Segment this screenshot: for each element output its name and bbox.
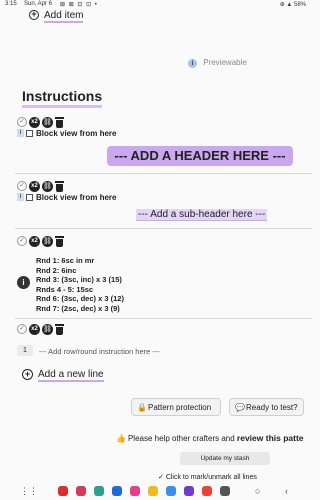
app-icon[interactable] bbox=[112, 486, 122, 496]
block-view-row-1[interactable]: i Block view from here bbox=[17, 128, 116, 138]
divider bbox=[15, 173, 312, 174]
chat-icon: 💬 bbox=[235, 403, 245, 412]
ready-to-test-button[interactable]: 💬 Ready to test? bbox=[229, 398, 304, 416]
status-date: Sun, Apr 6 bbox=[24, 1, 53, 7]
mark-all-toggle[interactable]: ✓ Click to mark/unmark all lines bbox=[158, 473, 257, 481]
update-stash-label: Update my stash bbox=[200, 455, 250, 462]
duplicate-icon[interactable]: x2 bbox=[29, 116, 40, 128]
round-line: Rnd 3: (3sc, inc) x 3 (15) bbox=[36, 275, 122, 285]
app-icon[interactable] bbox=[166, 486, 176, 496]
divider bbox=[15, 228, 312, 229]
duplicate-icon[interactable]: x2 bbox=[29, 180, 40, 192]
review-prompt: 👍 Please help other crafters and review t… bbox=[116, 433, 304, 443]
add-item-button[interactable]: + Add item bbox=[29, 10, 84, 23]
app-icon[interactable] bbox=[76, 486, 86, 496]
block-view-label: Block view from here bbox=[36, 128, 117, 138]
link-icon[interactable]: ⛓ bbox=[42, 180, 53, 192]
instructions-title: Instructions bbox=[22, 88, 103, 108]
app-icon[interactable] bbox=[130, 486, 140, 496]
check-icon[interactable]: ✓ bbox=[17, 117, 27, 127]
line-toolbar-3: ✓ x2 ⛓ bbox=[17, 235, 64, 247]
check-icon[interactable]: ✓ bbox=[17, 181, 27, 191]
apps-grid-icon[interactable]: ⋮⋮ bbox=[20, 486, 38, 497]
back-icon[interactable]: ‹ bbox=[285, 486, 288, 496]
lock-icon: 🔒 bbox=[137, 403, 147, 412]
battery-indicator: ⊕ ▲ 58% bbox=[279, 2, 306, 8]
link-icon[interactable]: ⛓ bbox=[42, 323, 53, 335]
rounds-block[interactable]: Rnd 1: 6sc in mr Rnd 2: 6inc Rnd 3: (3sc… bbox=[36, 256, 124, 314]
notification-icons: ⊠ ⊠ ⊡ ⊡ • bbox=[60, 2, 98, 8]
row-number[interactable]: 1 bbox=[17, 345, 33, 356]
round-line: Rnd 6: (3sc, dec) x 3 (12) bbox=[36, 294, 124, 304]
plus-circle-icon: + bbox=[22, 369, 33, 380]
android-taskbar: ⋮⋮ ○ ‹ bbox=[0, 482, 312, 500]
check-icon[interactable]: ✓ bbox=[17, 236, 27, 246]
line-toolbar-2: ✓ x2 ⛓ bbox=[17, 180, 64, 192]
header-input[interactable]: --- ADD A HEADER HERE --- bbox=[107, 146, 293, 166]
checkbox[interactable] bbox=[26, 193, 33, 201]
check-icon: ✓ bbox=[158, 474, 166, 481]
ready-to-test-label: Ready to test? bbox=[246, 403, 298, 412]
previewable-label: Previewable bbox=[203, 58, 247, 67]
previewable-note: i Previewable bbox=[188, 58, 247, 68]
row-instruction-input[interactable]: --- Add row/round instruction here --- bbox=[39, 347, 160, 356]
status-time: 3:15 bbox=[5, 1, 17, 7]
round-line: Rnd 1: 6sc in mr bbox=[36, 256, 95, 265]
info-icon[interactable]: i bbox=[17, 276, 30, 289]
checkbox[interactable] bbox=[26, 129, 33, 137]
trash-icon[interactable] bbox=[55, 116, 64, 128]
subheader-input[interactable]: --- Add a sub-header here --- bbox=[136, 209, 268, 221]
link-icon[interactable]: ⛓ bbox=[42, 116, 53, 128]
help-text: Please help other crafters and bbox=[127, 434, 237, 443]
round-line: Rnd 7: (2sc, dec) x 3 (9) bbox=[36, 303, 120, 313]
pattern-protection-label: Pattern protection bbox=[148, 403, 212, 412]
divider bbox=[15, 318, 312, 319]
duplicate-icon[interactable]: x2 bbox=[29, 235, 40, 247]
plus-circle-icon: + bbox=[29, 10, 39, 20]
round-line: Rnd 2: 6inc bbox=[36, 265, 77, 275]
info-icon: i bbox=[17, 129, 24, 137]
trash-icon[interactable] bbox=[55, 235, 64, 247]
link-icon[interactable]: ⛓ bbox=[42, 235, 53, 247]
block-view-row-2[interactable]: i Block view from here bbox=[17, 192, 116, 202]
info-icon: i bbox=[188, 59, 197, 68]
block-view-label: Block view from here bbox=[36, 192, 117, 202]
app-icon[interactable] bbox=[184, 486, 194, 496]
add-item-label: Add item bbox=[44, 10, 84, 23]
review-link[interactable]: review this patte bbox=[237, 433, 304, 443]
app-icon[interactable] bbox=[148, 486, 158, 496]
add-new-line-button[interactable]: + Add a new line bbox=[22, 369, 104, 382]
add-line-label: Add a new line bbox=[38, 369, 104, 382]
duplicate-icon[interactable]: x2 bbox=[29, 323, 40, 335]
app-icon[interactable] bbox=[202, 486, 212, 496]
pattern-protection-button[interactable]: 🔒 Pattern protection bbox=[131, 398, 221, 416]
app-icon[interactable] bbox=[58, 486, 68, 496]
trash-icon[interactable] bbox=[55, 180, 64, 192]
status-bar: 3:15 Sun, Apr 6 ⊠ ⊠ ⊡ ⊡ • ⊕ ▲ 58% bbox=[0, 0, 312, 10]
trash-icon[interactable] bbox=[55, 323, 64, 335]
app-icon[interactable] bbox=[220, 486, 230, 496]
line-toolbar-4: ✓ x2 ⛓ bbox=[17, 323, 64, 335]
home-icon[interactable]: ○ bbox=[255, 486, 260, 496]
app-icon[interactable] bbox=[94, 486, 104, 496]
thumbs-up-icon: 👍 bbox=[116, 434, 126, 443]
update-stash-button[interactable]: Update my stash bbox=[180, 452, 270, 465]
info-icon: i bbox=[17, 193, 24, 201]
line-toolbar-1: ✓ x2 ⛓ bbox=[17, 116, 64, 128]
round-line: Rnds 4 - 5: 15sc bbox=[36, 284, 94, 294]
check-icon[interactable]: ✓ bbox=[17, 324, 27, 334]
mark-all-label: Click to mark/unmark all lines bbox=[165, 474, 257, 481]
